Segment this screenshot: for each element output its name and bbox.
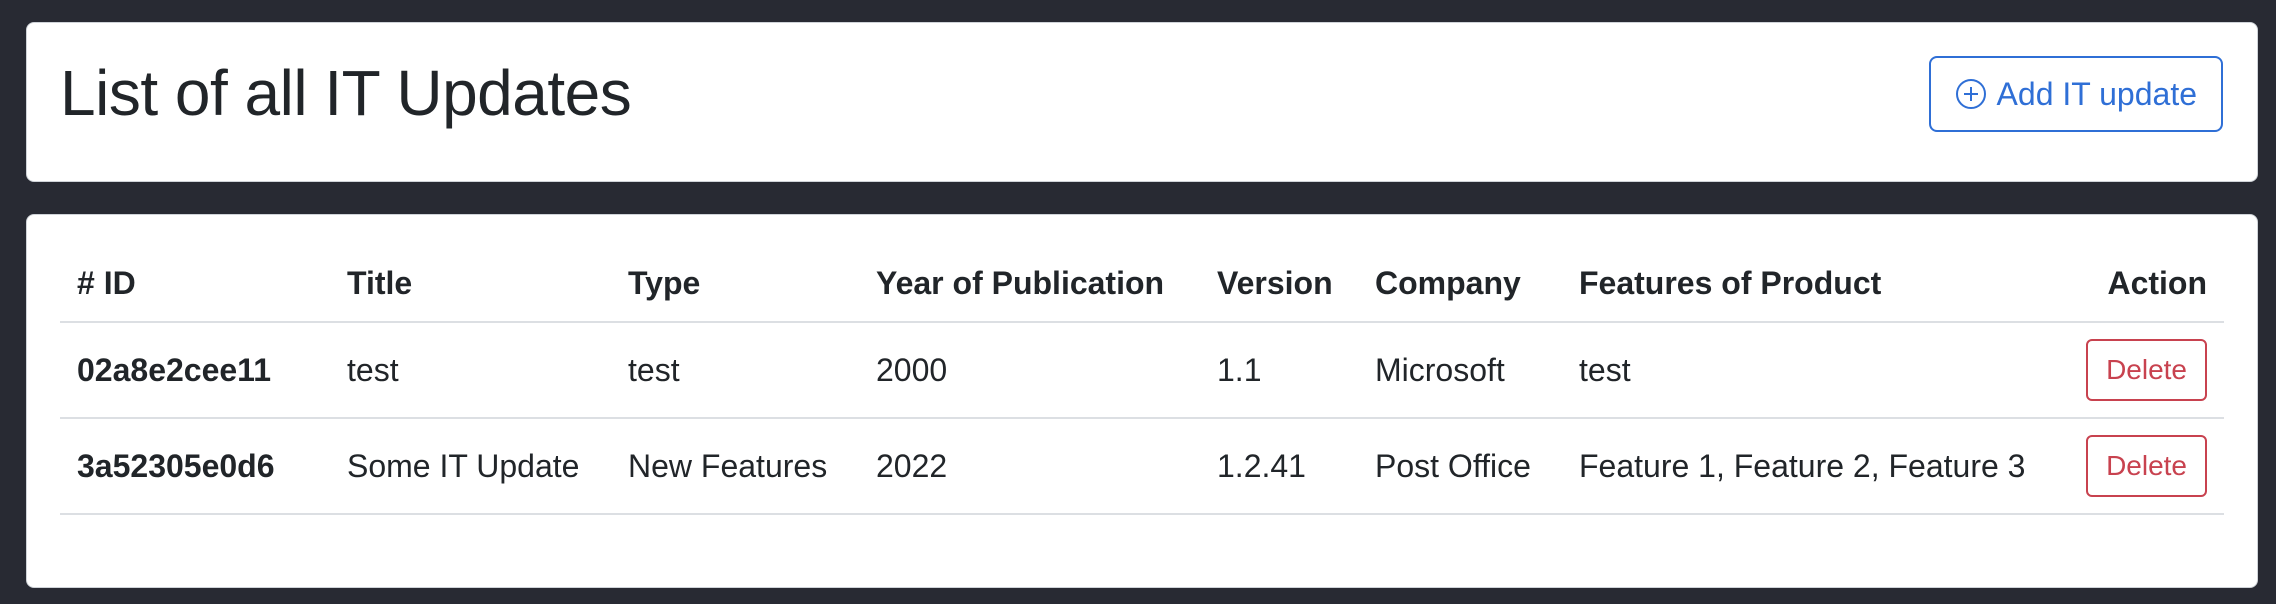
delete-button[interactable]: Delete [2086, 435, 2207, 497]
cell-type: New Features [611, 418, 859, 515]
column-header-title: Title [330, 245, 611, 323]
column-header-type: Type [611, 245, 859, 323]
column-header-year: Year of Publication [859, 245, 1200, 323]
table-row: 3a52305e0d6 Some IT Update New Features … [60, 418, 2224, 515]
table-row: 02a8e2cee11 test test 2000 1.1 Microsoft… [60, 322, 2224, 419]
cell-year: 2022 [859, 418, 1200, 515]
table-body: 02a8e2cee11 test test 2000 1.1 Microsoft… [60, 322, 2224, 515]
cell-company: Post Office [1358, 418, 1562, 515]
cell-year: 2000 [859, 322, 1200, 419]
cell-type: test [611, 322, 859, 419]
column-header-action: Action [2066, 245, 2224, 323]
table-header: # ID Title Type Year of Publication Vers… [60, 245, 2224, 323]
cell-title: Some IT Update [330, 418, 611, 515]
table-header-row: # ID Title Type Year of Publication Vers… [60, 245, 2224, 323]
it-updates-table: # ID Title Type Year of Publication Vers… [60, 245, 2224, 515]
cell-version: 1.2.41 [1200, 418, 1358, 515]
column-header-features: Features of Product [1562, 245, 2066, 323]
cell-id: 3a52305e0d6 [60, 418, 330, 515]
cell-version: 1.1 [1200, 322, 1358, 419]
cell-features: test [1562, 322, 2066, 419]
cell-action: Delete [2066, 418, 2224, 515]
column-header-id: # ID [60, 245, 330, 323]
cell-company: Microsoft [1358, 322, 1562, 419]
cell-title: test [330, 322, 611, 419]
column-header-company: Company [1358, 245, 1562, 323]
table-card: # ID Title Type Year of Publication Vers… [26, 214, 2258, 588]
cell-id: 02a8e2cee11 [60, 322, 330, 419]
add-it-update-button[interactable]: Add IT update [1928, 56, 2223, 132]
add-it-update-label: Add IT update [1996, 75, 2197, 112]
delete-button[interactable]: Delete [2086, 339, 2207, 401]
plus-circle-icon [1955, 79, 1986, 109]
cell-features: Feature 1, Feature 2, Feature 3 [1562, 418, 2066, 515]
column-header-version: Version [1200, 245, 1358, 323]
cell-action: Delete [2066, 322, 2224, 419]
page-title: List of all IT Updates [60, 57, 632, 129]
header-card: List of all IT Updates Add IT update [26, 22, 2258, 182]
